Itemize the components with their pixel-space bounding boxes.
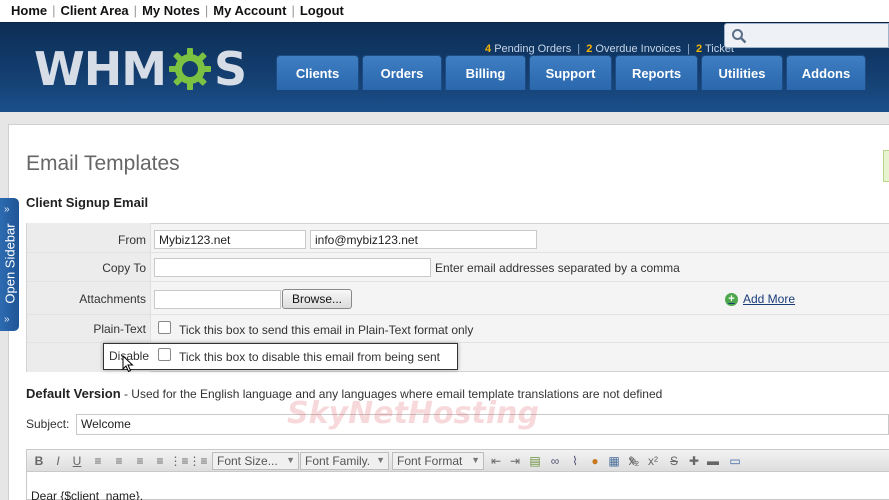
- numbered-list-icon[interactable]: ⋮≡: [170, 453, 189, 469]
- remove-format-icon[interactable]: ✚: [687, 453, 701, 469]
- font-size-value: Font Size...: [217, 454, 278, 468]
- add-more-link[interactable]: + Add More: [725, 292, 795, 306]
- tab-addons[interactable]: Addons: [786, 55, 866, 90]
- paste-icon[interactable]: ▤: [527, 453, 543, 469]
- nav-separator: |: [52, 3, 56, 18]
- default-version-title: Default Version: [26, 386, 121, 401]
- pending-orders-link[interactable]: Pending Orders: [494, 43, 571, 55]
- horizontal-rule-icon[interactable]: ▬: [706, 453, 720, 469]
- tickets-count: 2: [696, 43, 703, 55]
- page-title: Email Templates: [26, 152, 180, 175]
- strikethrough-icon[interactable]: S: [668, 453, 680, 469]
- indent-icon[interactable]: ⇥: [508, 453, 522, 469]
- nav-home-link[interactable]: Home: [11, 3, 47, 18]
- attachments-label: Attachments: [79, 292, 146, 306]
- font-family-select[interactable]: Font Family. ▼: [300, 452, 389, 470]
- tab-orders[interactable]: Orders: [362, 55, 442, 90]
- email-body-text: Dear {$client_name},: [31, 489, 144, 500]
- open-sidebar-label: Open Sidebar: [2, 223, 18, 304]
- disable-help: Tick this box to disable this email from…: [179, 350, 441, 364]
- overdue-invoices-link[interactable]: Overdue Invoices: [595, 43, 681, 55]
- chevron-down-icon: ▼: [471, 455, 480, 465]
- subscript-icon[interactable]: x₂: [627, 453, 641, 469]
- align-left-icon[interactable]: ≡: [91, 453, 105, 469]
- chevron-down-icon: ▼: [286, 455, 295, 465]
- whmcs-logo[interactable]: WHM S: [34, 43, 247, 95]
- logo-text-s: S: [214, 42, 248, 96]
- align-right-icon[interactable]: ≡: [133, 453, 147, 469]
- logo-text: WHM: [34, 42, 167, 96]
- tab-utilities[interactable]: Utilities: [701, 55, 783, 90]
- add-more-label: Add More: [743, 292, 796, 306]
- link-icon[interactable]: ∞: [547, 453, 563, 469]
- form-row-divider: [27, 281, 889, 282]
- attachment-file-field[interactable]: [154, 290, 281, 309]
- top-nav: Home | Client Area | My Notes | My Account | Log…: [0, 0, 889, 22]
- form-row-divider: [27, 314, 889, 315]
- tab-billing[interactable]: Billing: [445, 55, 526, 90]
- pending-orders-count: 4: [485, 43, 492, 55]
- watermark-logo: SkyNetHosting: [287, 396, 539, 431]
- from-email-field[interactable]: info@mybiz123.net: [310, 230, 537, 249]
- mouse-cursor-icon: [122, 355, 134, 373]
- subject-label: Subject:: [26, 417, 70, 431]
- nav-my-notes-link[interactable]: My Notes: [142, 3, 200, 18]
- unlink-icon[interactable]: ⌇: [567, 453, 583, 469]
- font-family-value: Font Family.: [305, 454, 371, 468]
- nav-separator: |: [204, 3, 209, 18]
- browse-button[interactable]: Browse...: [282, 289, 352, 309]
- image-icon[interactable]: ▦: [606, 453, 622, 469]
- anchor-icon[interactable]: ●: [587, 453, 603, 469]
- underline-icon[interactable]: U: [71, 453, 83, 469]
- nav-my-account-link[interactable]: My Account: [213, 3, 286, 18]
- main-tabs: Clients Orders Billing Support Reports U…: [276, 55, 869, 90]
- from-label: From: [118, 233, 146, 247]
- nav-separator: |: [133, 3, 138, 18]
- header-stats: 4 Pending Orders | 2 Overdue Invoices | …: [485, 43, 734, 55]
- disable-checkbox[interactable]: [158, 348, 171, 361]
- font-format-select[interactable]: Font Format ▼: [392, 452, 484, 470]
- section-title: Client Signup Email: [26, 195, 149, 210]
- nav-separator: |: [291, 3, 295, 18]
- plain-text-label: Plain-Text: [93, 322, 146, 336]
- help-tab-edge[interactable]: [883, 150, 889, 182]
- tab-support[interactable]: Support: [529, 55, 612, 90]
- chevron-down-icon: ▼: [376, 455, 385, 465]
- italic-icon[interactable]: I: [52, 453, 64, 469]
- search-input[interactable]: [724, 23, 889, 48]
- nav-client-area-link[interactable]: Client Area: [61, 3, 129, 18]
- gear-icon: [168, 47, 212, 91]
- tab-clients[interactable]: Clients: [276, 55, 359, 90]
- bullet-list-icon[interactable]: ⋮≡: [189, 453, 208, 469]
- form-row-divider: [27, 252, 889, 253]
- copy-to-label: Copy To: [102, 261, 146, 275]
- plain-text-help: Tick this box to send this email in Plai…: [179, 323, 474, 337]
- stats-separator: |: [687, 43, 690, 55]
- superscript-icon[interactable]: x²: [646, 453, 660, 469]
- overdue-invoices-count: 2: [586, 43, 593, 55]
- copy-to-field[interactable]: [154, 258, 431, 277]
- add-icon: +: [725, 292, 738, 306]
- html-source-icon[interactable]: ▭: [726, 453, 744, 469]
- stats-separator: |: [577, 43, 581, 55]
- plain-text-checkbox[interactable]: [158, 321, 171, 334]
- outdent-icon[interactable]: ⇤: [489, 453, 503, 469]
- nav-logout-link[interactable]: Logout: [300, 3, 344, 18]
- bold-icon[interactable]: B: [33, 453, 45, 469]
- font-format-value: Font Format: [397, 454, 463, 468]
- copy-to-help: Enter email addresses separated by a com…: [435, 261, 680, 275]
- tab-reports[interactable]: Reports: [615, 55, 698, 90]
- search-icon: [731, 28, 747, 44]
- align-center-icon[interactable]: ≡: [112, 453, 126, 469]
- align-justify-icon[interactable]: ≡: [153, 453, 167, 469]
- font-size-select[interactable]: Font Size... ▼: [212, 452, 299, 470]
- from-name-field[interactable]: Mybiz123.net: [154, 230, 306, 249]
